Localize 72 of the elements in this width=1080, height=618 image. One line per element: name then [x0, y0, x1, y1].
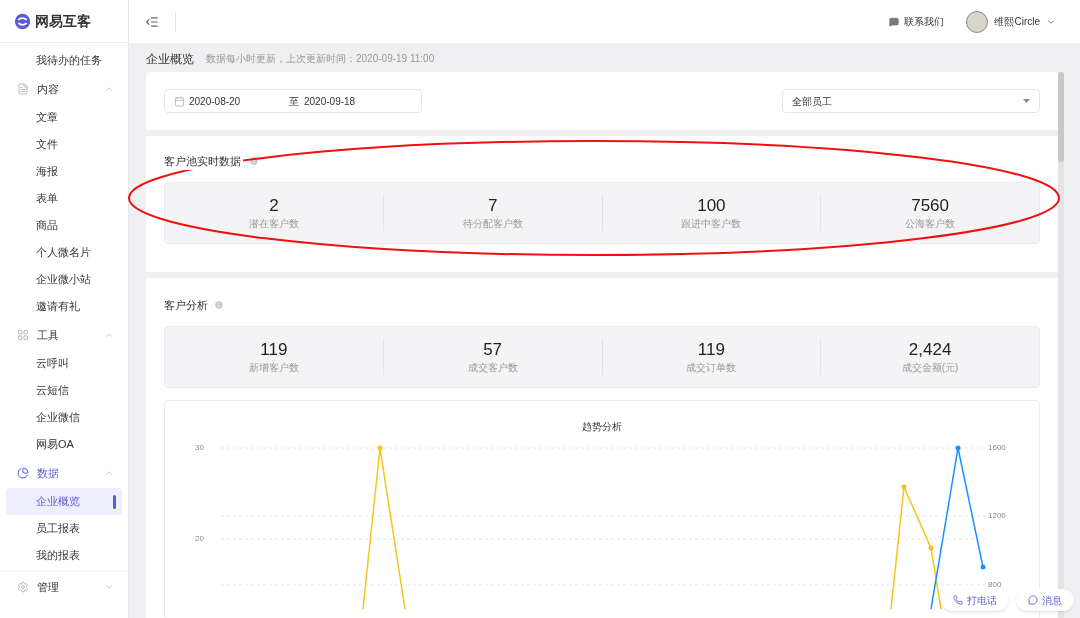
stat-value: 2 — [269, 194, 279, 217]
grid-icon — [17, 329, 29, 341]
stat-label: 成交金额(元) — [901, 360, 959, 375]
logo-icon — [14, 12, 31, 30]
section-title: 客户分析 — [164, 298, 208, 313]
sidebar-item[interactable]: 海报 — [6, 158, 122, 185]
chevron-icon — [104, 330, 114, 340]
document-icon — [17, 83, 29, 95]
pie-chart-icon — [17, 467, 29, 479]
stat-value: 7560 — [911, 194, 950, 217]
sidebar-item[interactable]: 我待办的任务 — [6, 47, 122, 74]
stat-label: 潜在客户数 — [248, 216, 299, 231]
contact-link[interactable]: 联系我们 — [889, 14, 945, 29]
stat-value: 7 — [487, 194, 498, 217]
sidebar-item[interactable]: 云短信 — [6, 377, 122, 404]
axis-label: 1600 — [988, 442, 1006, 453]
stat-value: 57 — [483, 338, 503, 361]
message-icon — [889, 16, 900, 27]
staff-select[interactable]: 全部员工 — [782, 89, 1040, 113]
menu-icon[interactable] — [145, 14, 159, 29]
chevron-icon — [104, 468, 114, 478]
sidebar-item[interactable]: 文章 — [6, 104, 122, 131]
sidebar-group[interactable]: 管理 — [0, 572, 128, 602]
axis-label: 30 — [195, 442, 204, 453]
chat-icon — [1028, 595, 1038, 605]
axis-label: 20 — [195, 533, 204, 544]
info-icon — [214, 300, 224, 311]
phone-icon — [953, 595, 963, 605]
sidebar-group[interactable]: 内容 — [0, 74, 128, 104]
axis-label: 800 — [988, 579, 1002, 590]
sidebar-item[interactable]: 文件 — [6, 131, 122, 158]
chart-title: 趋势分析 — [582, 419, 622, 434]
section-title: 客户池实时数据 — [162, 153, 243, 170]
stat-value: 119 — [697, 338, 725, 361]
sidebar-item[interactable]: 云呼叫 — [6, 350, 122, 377]
sidebar-item[interactable]: 员工报表 — [6, 515, 122, 542]
sidebar-group[interactable]: 数据 — [0, 458, 128, 488]
stat-value: 2,424 — [908, 338, 952, 361]
sidebar-item[interactable]: 邀请有礼 — [6, 293, 122, 320]
info-icon — [249, 156, 259, 167]
stat-label: 跟进中客户数 — [681, 216, 742, 231]
date-range-field[interactable]: 2020-08-20 至 2020-09-18 — [164, 89, 422, 113]
float-button[interactable]: 消息 — [1016, 589, 1074, 611]
sidebar-item[interactable]: 个人微名片 — [6, 239, 122, 266]
chevron-icon — [104, 582, 114, 592]
scrollbar-thumb[interactable] — [1058, 72, 1064, 162]
stat-value: 100 — [697, 194, 726, 217]
sidebar-item[interactable]: 企业概览 — [6, 488, 122, 515]
update-note: 数据每小时更新，上次更新时间：2020-09-19 11:00 — [206, 52, 435, 66]
gear-icon — [17, 581, 29, 593]
stat-label: 成交订单数 — [686, 360, 737, 375]
sidebar-group[interactable]: 工具 — [0, 320, 128, 350]
dropdown-caret-icon — [1023, 99, 1030, 103]
sidebar-item[interactable]: 企业微信 — [6, 404, 122, 431]
axis-label: 1200 — [988, 510, 1006, 521]
sidebar-item[interactable]: 表单 — [6, 185, 122, 212]
stat-label: 成交客户数 — [467, 360, 518, 375]
calendar-icon — [174, 95, 185, 107]
sidebar-item[interactable]: 网易OA — [6, 431, 122, 458]
stat-label: 新增客户数 — [248, 360, 299, 375]
stat-value: 119 — [260, 338, 288, 361]
brand-name: 网易互客 — [35, 11, 91, 31]
sidebar-item[interactable]: 商品 — [6, 212, 122, 239]
sidebar-item[interactable]: 企业微小站 — [6, 266, 122, 293]
sidebar-item[interactable]: 我的报表 — [6, 542, 122, 569]
page-title: 企业概览 — [146, 50, 194, 68]
float-button[interactable]: 打电话 — [941, 589, 1009, 611]
user-menu[interactable]: 维熙Circle — [966, 10, 1056, 33]
chevron-icon — [104, 84, 114, 94]
stat-label: 公海客户数 — [905, 216, 956, 231]
avatar — [966, 10, 989, 33]
stat-label: 待分配客户数 — [462, 216, 523, 231]
